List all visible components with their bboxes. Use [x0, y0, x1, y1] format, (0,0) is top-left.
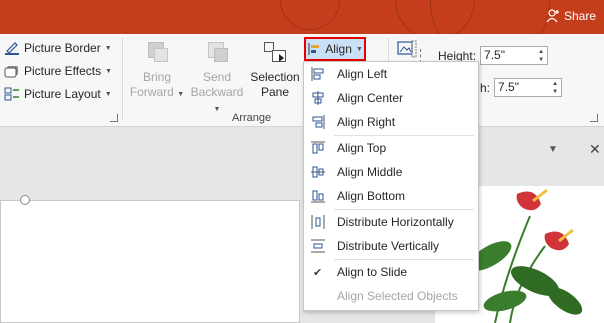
checkmark-icon: ✔	[313, 266, 323, 279]
picture-effects-icon	[4, 66, 18, 78]
picture-layout-button[interactable]: Picture Layout ▼	[4, 84, 112, 104]
group-divider	[122, 38, 123, 120]
background-decoration	[280, 0, 340, 30]
align-middle-icon	[311, 166, 325, 178]
picture-effects-label: Picture Effects	[24, 64, 102, 78]
menu-item-align-right[interactable]: Align Right	[304, 111, 478, 133]
selection-pane-label-2: Pane	[260, 85, 290, 99]
menu-item-align-to-slide[interactable]: ✔ Align to Slide	[304, 261, 478, 283]
menu-item-distribute-horizontally[interactable]: Distribute Horizontally	[304, 211, 478, 233]
menu-separator	[334, 209, 474, 210]
ribbon: Picture Border ▼ Picture Effects ▼ Pictu…	[0, 34, 604, 127]
align-button[interactable]: Align ▼	[304, 37, 366, 61]
chevron-down-icon: ▼	[104, 90, 112, 98]
share-button[interactable]: Share	[546, 9, 596, 23]
align-left-icon	[311, 67, 324, 81]
dialog-launcher-icon[interactable]	[590, 114, 598, 122]
pane-collapse-icon[interactable]: ▼	[548, 144, 558, 155]
menu-item-align-selected-objects[interactable]: Align Selected Objects	[304, 285, 478, 307]
height-value: 7.5"	[484, 48, 505, 62]
picture-effects-button[interactable]: Picture Effects ▼	[4, 61, 112, 81]
menu-item-distribute-vertically[interactable]: Distribute Vertically	[304, 235, 478, 257]
menu-item-align-top[interactable]: Align Top	[304, 137, 478, 159]
background-decoration	[430, 0, 550, 34]
align-label: Align	[325, 42, 352, 56]
align-right-icon	[312, 115, 325, 129]
menu-item-label: Distribute Vertically	[337, 239, 440, 253]
align-icon	[308, 43, 320, 55]
width-input[interactable]: 7.5" ▲ ▼	[494, 78, 563, 97]
menu-item-label: Align Bottom	[337, 189, 406, 203]
picture-border-button[interactable]: Picture Border ▼	[4, 38, 112, 58]
picture-border-label: Picture Border	[24, 41, 101, 55]
menu-item-label: Align to Slide	[337, 265, 408, 279]
menu-separator	[334, 135, 474, 136]
menu-item-align-center[interactable]: Align Center	[304, 87, 478, 109]
crop-icon[interactable]	[397, 40, 417, 58]
menu-item-align-bottom[interactable]: Align Bottom	[304, 185, 478, 207]
picture-layout-label: Picture Layout	[24, 87, 101, 101]
spin-down-icon[interactable]: ▼	[552, 89, 558, 95]
bring-forward-label-2: Forward ▼	[129, 85, 185, 99]
send-backward-button[interactable]: Send Backward ▼	[186, 40, 248, 117]
width-control: h: 7.5" ▲ ▼	[480, 78, 563, 97]
menu-item-label: Align Selected Objects	[337, 289, 458, 303]
chevron-down-icon: ▼	[105, 67, 113, 75]
close-icon[interactable]: ✕	[589, 141, 601, 158]
arrange-group-label: Arrange	[232, 112, 272, 124]
bring-forward-icon	[144, 40, 170, 64]
person-icon	[546, 9, 559, 23]
align-top-icon	[311, 141, 325, 154]
menu-item-align-middle[interactable]: Align Middle	[304, 161, 478, 183]
height-input[interactable]: 7.5" ▲ ▼	[480, 46, 549, 65]
title-bar: Share	[0, 0, 604, 34]
bring-forward-button[interactable]: Bring Forward ▼	[128, 40, 186, 102]
distribute-vertically-icon	[311, 239, 325, 253]
chevron-down-icon: ▼	[355, 45, 363, 53]
picture-border-icon	[5, 42, 19, 55]
chevron-down-icon: ▼	[104, 44, 112, 52]
bring-forward-label-1: Bring	[142, 70, 171, 84]
menu-item-align-left[interactable]: Align Left	[304, 63, 478, 85]
distribute-horizontally-icon	[311, 215, 325, 229]
align-bottom-icon	[311, 190, 325, 203]
share-label: Share	[563, 9, 596, 23]
menu-item-label: Align Top	[337, 141, 387, 155]
send-backward-label-1: Send	[202, 70, 232, 84]
align-center-icon	[312, 91, 324, 105]
dialog-launcher-icon[interactable]	[110, 114, 118, 122]
rotation-handle[interactable]	[20, 195, 30, 205]
menu-item-label: Align Left	[337, 67, 388, 81]
width-value: 7.5"	[498, 80, 519, 94]
send-backward-icon	[204, 40, 230, 64]
menu-separator	[334, 259, 474, 260]
selection-pane-icon	[262, 40, 288, 64]
spin-up-icon[interactable]: ▲	[552, 81, 558, 87]
menu-item-label: Align Right	[337, 115, 396, 129]
slide-canvas[interactable]	[0, 200, 300, 323]
selection-pane-button[interactable]: Selection Pane	[248, 40, 302, 100]
spin-up-icon[interactable]: ▲	[538, 49, 544, 55]
menu-item-label: Align Middle	[337, 165, 403, 179]
picture-layout-icon	[4, 87, 19, 101]
width-label: h:	[480, 80, 491, 95]
menu-item-label: Align Center	[337, 91, 404, 105]
menu-item-label: Distribute Horizontally	[337, 215, 454, 229]
align-dropdown-menu: Align Left Align Center Align Right Alig…	[303, 61, 479, 311]
spin-down-icon[interactable]: ▼	[538, 57, 544, 63]
selection-pane-label-1: Selection	[250, 70, 300, 84]
